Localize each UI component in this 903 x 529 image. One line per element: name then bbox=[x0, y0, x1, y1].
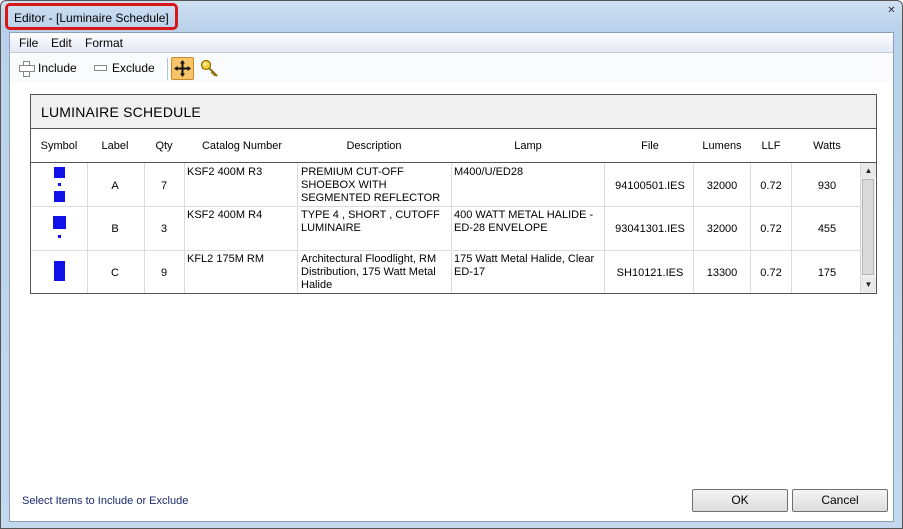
move-arrows-icon bbox=[174, 60, 191, 77]
editor-window: Editor - [Luminaire Schedule] ✕ File Edi… bbox=[0, 0, 903, 529]
menu-file[interactable]: File bbox=[19, 36, 38, 50]
menu-format[interactable]: Format bbox=[85, 36, 123, 50]
col-label: Label bbox=[101, 140, 129, 152]
row-qty: 3 bbox=[160, 223, 168, 235]
row-file: 93041301.IES bbox=[615, 223, 685, 235]
row-qty: 7 bbox=[160, 180, 168, 192]
key-button[interactable] bbox=[200, 59, 220, 79]
grid-line bbox=[144, 163, 145, 293]
plus-icon bbox=[19, 61, 35, 77]
title-bar[interactable]: Editor - [Luminaire Schedule] ✕ bbox=[1, 1, 902, 31]
toolbar-separator bbox=[167, 58, 168, 80]
col-lamp: Lamp bbox=[514, 140, 542, 152]
row-llf: 0.72 bbox=[760, 223, 782, 235]
grid-line bbox=[31, 206, 860, 207]
row-watts: 455 bbox=[817, 223, 837, 235]
key-icon bbox=[200, 59, 218, 77]
menu-edit[interactable]: Edit bbox=[51, 36, 72, 50]
row-description: PREMIUM CUT-OFF SHOEBOX WITH SEGMENTED R… bbox=[301, 166, 441, 204]
minus-icon bbox=[94, 65, 107, 71]
cancel-button[interactable]: Cancel bbox=[792, 489, 888, 512]
row-llf: 0.72 bbox=[760, 267, 782, 279]
row-label: C bbox=[111, 267, 119, 279]
col-catalog-number: Catalog Number bbox=[201, 140, 283, 152]
menu-bar: File Edit Format bbox=[10, 33, 893, 53]
include-label: Include bbox=[38, 61, 77, 75]
row-lumens: 32000 bbox=[706, 180, 738, 192]
close-icon[interactable]: ✕ bbox=[885, 4, 898, 17]
row-file: SH10121.IES bbox=[616, 267, 684, 279]
exclude-button[interactable]: Exclude bbox=[94, 59, 155, 77]
row-file: 94100501.IES bbox=[615, 180, 685, 192]
row-catalog: KFL2 175M RM bbox=[187, 253, 265, 265]
status-text: Select Items to Include or Exclude bbox=[22, 495, 189, 507]
vertical-scrollbar[interactable]: ▲ ▼ bbox=[860, 163, 876, 293]
row-lamp: 175 Watt Metal Halide, Clear ED-17 bbox=[454, 253, 595, 278]
row-qty: 9 bbox=[160, 267, 168, 279]
scroll-down-icon[interactable]: ▼ bbox=[861, 277, 876, 292]
col-file: File bbox=[641, 140, 659, 152]
row-llf: 0.72 bbox=[760, 180, 782, 192]
scroll-up-icon[interactable]: ▲ bbox=[861, 163, 876, 178]
row-watts: 175 bbox=[817, 267, 837, 279]
row-catalog: KSF2 400M R3 bbox=[187, 166, 263, 178]
col-description: Description bbox=[346, 140, 402, 152]
col-symbol: Symbol bbox=[40, 140, 78, 152]
row-description: Architectural Floodlight, RM Distributio… bbox=[301, 253, 437, 291]
grid-line bbox=[184, 163, 185, 293]
row-lamp: M400/U/ED28 bbox=[454, 166, 524, 178]
grid-line bbox=[87, 163, 88, 293]
window-title: Editor - [Luminaire Schedule] bbox=[5, 3, 178, 30]
grid-line bbox=[31, 250, 860, 251]
move-button[interactable] bbox=[171, 57, 194, 80]
row-catalog: KSF2 400M R4 bbox=[187, 209, 263, 221]
toolbar: Include Exclude bbox=[10, 54, 893, 82]
row-lumens: 13300 bbox=[706, 267, 738, 279]
row-description: TYPE 4 , SHORT , CUTOFF LUMINAIRE bbox=[301, 209, 440, 234]
row-watts: 930 bbox=[817, 180, 837, 192]
col-lumens: Lumens bbox=[702, 140, 742, 152]
schedule-title: LUMINAIRE SCHEDULE bbox=[41, 104, 201, 120]
row-lumens: 32000 bbox=[706, 223, 738, 235]
grid-line bbox=[604, 163, 605, 293]
col-llf: LLF bbox=[761, 140, 781, 152]
row-label: A bbox=[111, 180, 119, 192]
editor-client-area: File Edit Format Include Exclude LUMINAI… bbox=[9, 32, 894, 522]
schedule-header: LUMINAIRE SCHEDULE bbox=[31, 95, 876, 129]
include-button[interactable]: Include bbox=[19, 59, 77, 77]
grid-line bbox=[451, 163, 452, 293]
exclude-label: Exclude bbox=[112, 61, 155, 75]
row-lamp: 400 WATT METAL HALIDE - ED-28 ENVELOPE bbox=[454, 209, 594, 234]
col-watts: Watts bbox=[813, 140, 841, 152]
scroll-thumb[interactable] bbox=[862, 179, 874, 275]
col-qty: Qty bbox=[155, 140, 173, 152]
row-label: B bbox=[111, 223, 119, 235]
grid-line bbox=[297, 163, 298, 293]
ok-button[interactable]: OK bbox=[692, 489, 788, 512]
luminaire-schedule-table: LUMINAIRE SCHEDULE Symbol Label Qty Cata… bbox=[30, 94, 877, 294]
